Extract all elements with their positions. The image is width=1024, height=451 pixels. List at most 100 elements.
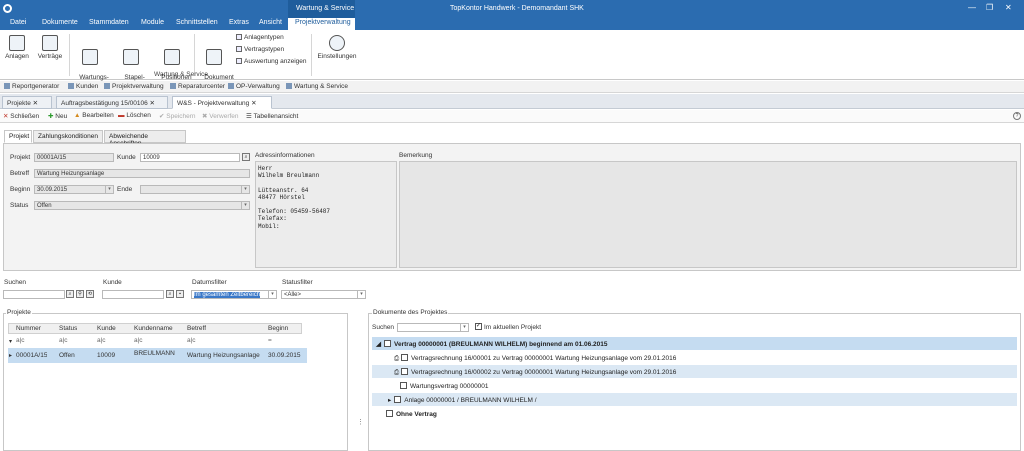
quick-projektverwaltung[interactable]: Projektverwaltung [104, 83, 164, 90]
col-kundenname[interactable]: Kundenname [134, 325, 173, 332]
ribbon-einstellungen-button[interactable]: Einstellungen [316, 35, 358, 60]
filter-cell[interactable]: a|c [59, 337, 68, 344]
quick-reportgenerator[interactable]: Reportgenerator [4, 83, 59, 90]
menu-module[interactable]: Module [141, 19, 164, 26]
datumsfilter-select[interactable]: Im gesamten Zeitbereich ▾ [191, 290, 277, 299]
chevron-down-icon[interactable]: ▾ [460, 324, 468, 331]
neu-button[interactable]: ✚ Neu [48, 112, 67, 120]
help-icon[interactable]: ? [1013, 112, 1021, 120]
kunde-field[interactable]: 10009 [140, 153, 240, 162]
filter-cell[interactable]: a|c [187, 337, 196, 344]
quick-reparaturcenter[interactable]: Reparaturcenter [170, 83, 225, 90]
menu-stammdaten[interactable]: Stammdaten [89, 19, 129, 26]
anlagen-icon [9, 35, 25, 51]
search-icon[interactable]: ⌕ [66, 290, 74, 298]
maximize-button[interactable]: ❐ [986, 3, 993, 12]
chevron-down-icon[interactable]: ▾ [105, 186, 113, 193]
chevron-down-icon[interactable]: ▾ [268, 291, 276, 298]
filter-cell[interactable]: = [268, 337, 272, 344]
filter-cell[interactable]: a|c [16, 337, 25, 344]
close-icon[interactable]: ✕ [33, 100, 38, 107]
contract-icon [384, 340, 391, 347]
quick-kunden[interactable]: Kunden [68, 83, 98, 90]
col-nummer[interactable]: Nummer [16, 325, 41, 332]
search-icon[interactable]: ⌕ [242, 153, 250, 161]
col-betreff[interactable]: Betreff [187, 325, 206, 332]
tree-item-wartungsvertrag[interactable]: Wartungsvertrag 00000001 [372, 379, 1017, 392]
menu-dokumente[interactable]: Dokumente [42, 19, 78, 26]
vertragstypen-label: Vertragstypen [244, 46, 285, 53]
checkbox-icon[interactable]: ✓ [475, 323, 482, 330]
clear-icon[interactable]: ▪ [176, 290, 184, 298]
betreff-field[interactable]: Wartung Heizungsanlage [34, 169, 250, 178]
tab-ws-projektverwaltung[interactable]: W&S - Projektverwaltung ✕ [172, 96, 272, 109]
search-icon[interactable]: ⌕ [166, 290, 174, 298]
tree-item-anlage[interactable]: ▸ Anlage 00000001 / BREULMANN WILHELM / [372, 393, 1017, 406]
bemerkung-box[interactable] [399, 161, 1017, 268]
ribbon-anlagen-button[interactable]: Anlagen [4, 35, 30, 60]
statusfilter-select[interactable]: <Alle> ▾ [281, 290, 366, 299]
close-icon[interactable]: ✕ [251, 100, 256, 107]
speichern-button[interactable]: ✔ Speichern [159, 112, 196, 120]
row-indicator-icon: ▸ [9, 353, 13, 359]
bemerkung-title: Bemerkung [399, 152, 433, 159]
doc-search-input[interactable]: ▾ [397, 323, 469, 332]
search-input[interactable] [3, 290, 65, 299]
quick-op-verwaltung[interactable]: OP-Verwaltung [228, 83, 280, 90]
auswertung-anzeigen-button[interactable]: Auswertung anzeigen [236, 58, 307, 65]
col-kunde[interactable]: Kunde [97, 325, 116, 332]
beginn-field[interactable]: 30.09.2015 ▾ [34, 185, 114, 194]
close-window-button[interactable]: ✕ [1005, 3, 1012, 12]
col-status[interactable]: Status [59, 325, 77, 332]
splitter-handle[interactable]: ⋮ [357, 418, 364, 430]
close-icon[interactable]: ✕ [150, 100, 155, 107]
tab-auftragsbestaetigung[interactable]: Auftragsbestätigung 15/00106 ✕ [56, 96, 168, 109]
chevron-down-icon[interactable]: ▾ [241, 186, 249, 193]
bearbeiten-button[interactable]: ▲ Bearbeiten [74, 112, 114, 119]
filter-cell[interactable]: a|c [97, 337, 106, 344]
minus-icon: ▬ [118, 112, 125, 119]
menu-projektverwaltung[interactable]: Projektverwaltung [295, 19, 351, 26]
tree-item-vertrag[interactable]: ◢ Vertrag 00000001 (BREULMANN WILHELM) be… [372, 337, 1017, 350]
tabellenansicht-button[interactable]: ☰ Tabellenansicht [246, 112, 298, 120]
reset-icon[interactable]: ⟲ [86, 290, 94, 298]
tab-projekt[interactable]: Projekt [4, 130, 32, 143]
expand-icon[interactable]: ◢ [376, 341, 381, 348]
tab-zahlungskonditionen[interactable]: Zahlungskonditionen [33, 130, 103, 143]
anlagentypen-button[interactable]: Anlagentypen [236, 34, 284, 41]
schliessen-button[interactable]: ✕ Schließen [3, 112, 39, 120]
expand-icon[interactable]: ▸ [388, 397, 391, 404]
minimize-button[interactable]: — [968, 3, 976, 12]
reparatur-icon [170, 83, 176, 89]
tree-item-rechnung-1[interactable]: ⎙ Vertragsrechnung 16/00001 zu Vertrag 0… [372, 351, 1017, 364]
tree-item-label: Anlage 00000001 / BREULMANN WILHELM / [404, 397, 537, 404]
printer-icon: ⎙ [394, 369, 400, 376]
status-label: Status [10, 202, 29, 209]
menu-extras[interactable]: Extras [229, 19, 249, 26]
projekt-field[interactable]: 00001A/15 [34, 153, 114, 162]
chevron-down-icon[interactable]: ▾ [241, 202, 249, 209]
menu-schnittstellen[interactable]: Schnittstellen [176, 19, 218, 26]
ribbon-vertraege-button[interactable]: Verträge [36, 35, 64, 60]
menu-datei[interactable]: Datei [10, 19, 26, 26]
menu-ansicht[interactable]: Ansicht [259, 19, 282, 26]
verwerfen-button[interactable]: ✖ Verwerfen [202, 112, 239, 120]
tree-item-ohne-vertrag[interactable]: Ohne Vertrag [372, 407, 1017, 420]
status-select[interactable]: Offen ▾ [34, 201, 250, 210]
vertragstypen-button[interactable]: Vertragstypen [236, 46, 284, 53]
ribbon-separator [311, 34, 312, 76]
tab-abweichende-anschriften[interactable]: Abweichende Anschriften [104, 130, 186, 147]
bearbeiten-label: Bearbeiten [82, 112, 114, 119]
filter-cell[interactable]: a|c [134, 337, 143, 344]
loeschen-button[interactable]: ▬ Löschen [118, 112, 151, 119]
tree-item-rechnung-2[interactable]: ⎙ Vertragsrechnung 16/00002 zu Vertrag 0… [372, 365, 1017, 378]
ende-field[interactable]: ▾ [140, 185, 250, 194]
kunde-filter-input[interactable] [102, 290, 164, 299]
col-beginn[interactable]: Beginn [268, 325, 288, 332]
cell-kundenname: BREULMANN [134, 350, 175, 357]
quick-wartung-service[interactable]: Wartung & Service [286, 83, 348, 90]
chevron-down-icon[interactable]: ▾ [357, 291, 365, 298]
edit-icon: ▲ [74, 112, 81, 119]
tab-projekte[interactable]: Projekte ✕ [2, 96, 52, 109]
filter-icon[interactable]: ⚲ [76, 290, 84, 298]
